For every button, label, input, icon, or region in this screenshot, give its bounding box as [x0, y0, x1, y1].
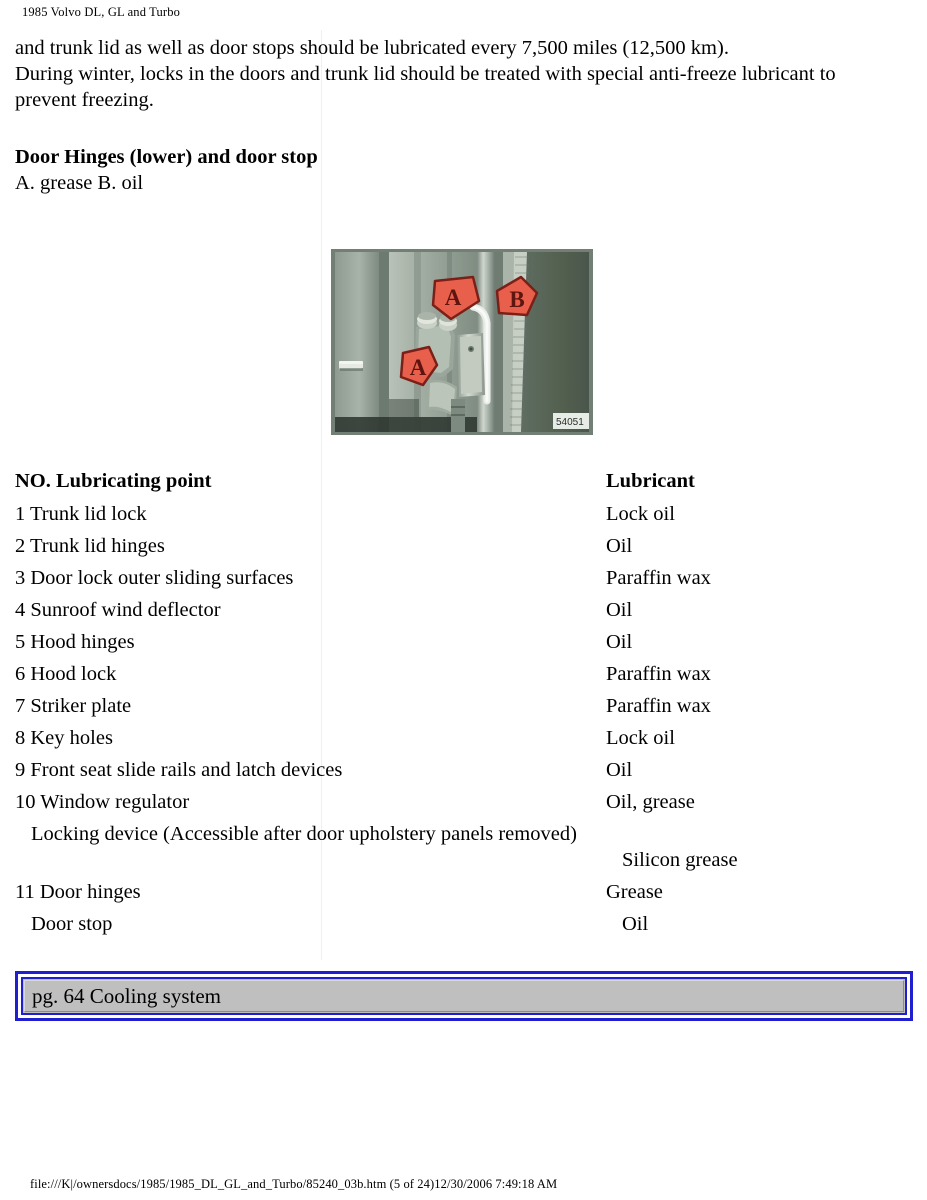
table-cell-point: Door stop [31, 913, 113, 935]
table-row: Door stop Oil [15, 911, 915, 937]
table-cell-lubricant: Oil [606, 535, 633, 557]
table-cell-point: 6 Hood lock [15, 663, 117, 685]
section-heading: Door Hinges (lower) and door stop [15, 146, 318, 168]
table-cell-lubricant: Lock oil [606, 727, 675, 749]
table-cell-point: 1 Trunk lid lock [15, 503, 147, 525]
table-cell-point: 4 Sunroof wind deflector [15, 599, 221, 621]
table-row: 5 Hood hinges Oil [15, 629, 915, 655]
body-line-3: prevent freezing. [15, 89, 154, 111]
table-cell-lubricant: Oil [606, 599, 633, 621]
table-row: 8 Key holes Lock oil [15, 725, 915, 751]
table-row: 3 Door lock outer sliding surfaces Paraf… [15, 565, 915, 591]
table-cell-lubricant: Oil [606, 631, 633, 653]
table-row: 10 Window regulator Oil, grease [15, 789, 915, 815]
table-cell-point: 5 Hood hinges [15, 631, 135, 653]
table-row: 11 Door hinges Grease [15, 879, 915, 905]
table-cell-lubricant: Oil [622, 913, 649, 935]
table-cell-lubricant: Paraffin wax [606, 663, 711, 685]
svg-text:B: B [509, 287, 524, 312]
door-hinge-photo: A B A 54051 [331, 249, 593, 435]
table-cell-lubricant: Silicon grease [622, 849, 738, 871]
table-row: 4 Sunroof wind deflector Oil [15, 597, 915, 623]
body-line-2: During winter, locks in the doors and tr… [15, 63, 836, 85]
table-header-lubricant: Lubricant [606, 470, 695, 492]
table-cell-lubricant: Oil [606, 759, 633, 781]
table-cell-lubricant: Paraffin wax [606, 695, 711, 717]
table-cell-point: 2 Trunk lid hinges [15, 535, 165, 557]
nav-banner-inner-border: pg. 64 Cooling system [21, 977, 907, 1015]
svg-text:A: A [410, 355, 427, 380]
table-row: Locking device (Accessible after door up… [15, 821, 915, 873]
table-cell-point: 10 Window regulator [15, 791, 190, 813]
section-legend: A. grease B. oil [15, 172, 144, 194]
running-head: 1985 Volvo DL, GL and Turbo [22, 5, 181, 19]
table-cell-point: Locking device (Accessible after door up… [31, 823, 577, 845]
table-cell-point: 7 Striker plate [15, 695, 132, 717]
body-line-1: and trunk lid as well as door stops shou… [15, 37, 729, 59]
page-footer-path: file:///K|/ownersdocs/1985/1985_DL_GL_an… [30, 1177, 558, 1191]
table-cell-lubricant: Lock oil [606, 503, 675, 525]
table-header-row: NO. Lubricating point Lubricant [15, 468, 915, 494]
svg-text:A: A [445, 285, 462, 310]
door-hinge-photo-svg: A B A 54051 [331, 249, 593, 435]
table-cell-point: 8 Key holes [15, 727, 113, 749]
table-row: 7 Striker plate Paraffin wax [15, 693, 915, 719]
table-row: 9 Front seat slide rails and latch devic… [15, 757, 915, 783]
table-row: 2 Trunk lid hinges Oil [15, 533, 915, 559]
table-cell-point: 9 Front seat slide rails and latch devic… [15, 759, 343, 781]
table-row: 1 Trunk lid lock Lock oil [15, 501, 915, 527]
figure-code: 54051 [556, 417, 584, 428]
body-copy: and trunk lid as well as door stops shou… [15, 35, 915, 113]
lubrication-table: NO. Lubricating point Lubricant 1 Trunk … [15, 468, 915, 943]
table-cell-point: 11 Door hinges [15, 881, 141, 903]
table-row: 6 Hood lock Paraffin wax [15, 661, 915, 687]
nav-banner-label[interactable]: pg. 64 Cooling system [24, 980, 904, 1012]
table-header-point: NO. Lubricating point [15, 470, 212, 492]
cooling-system-nav-banner[interactable]: pg. 64 Cooling system [15, 971, 913, 1021]
table-cell-point: 3 Door lock outer sliding surfaces [15, 567, 294, 589]
table-cell-lubricant: Paraffin wax [606, 567, 711, 589]
table-cell-lubricant: Grease [606, 881, 663, 903]
table-cell-lubricant: Oil, grease [606, 791, 695, 813]
